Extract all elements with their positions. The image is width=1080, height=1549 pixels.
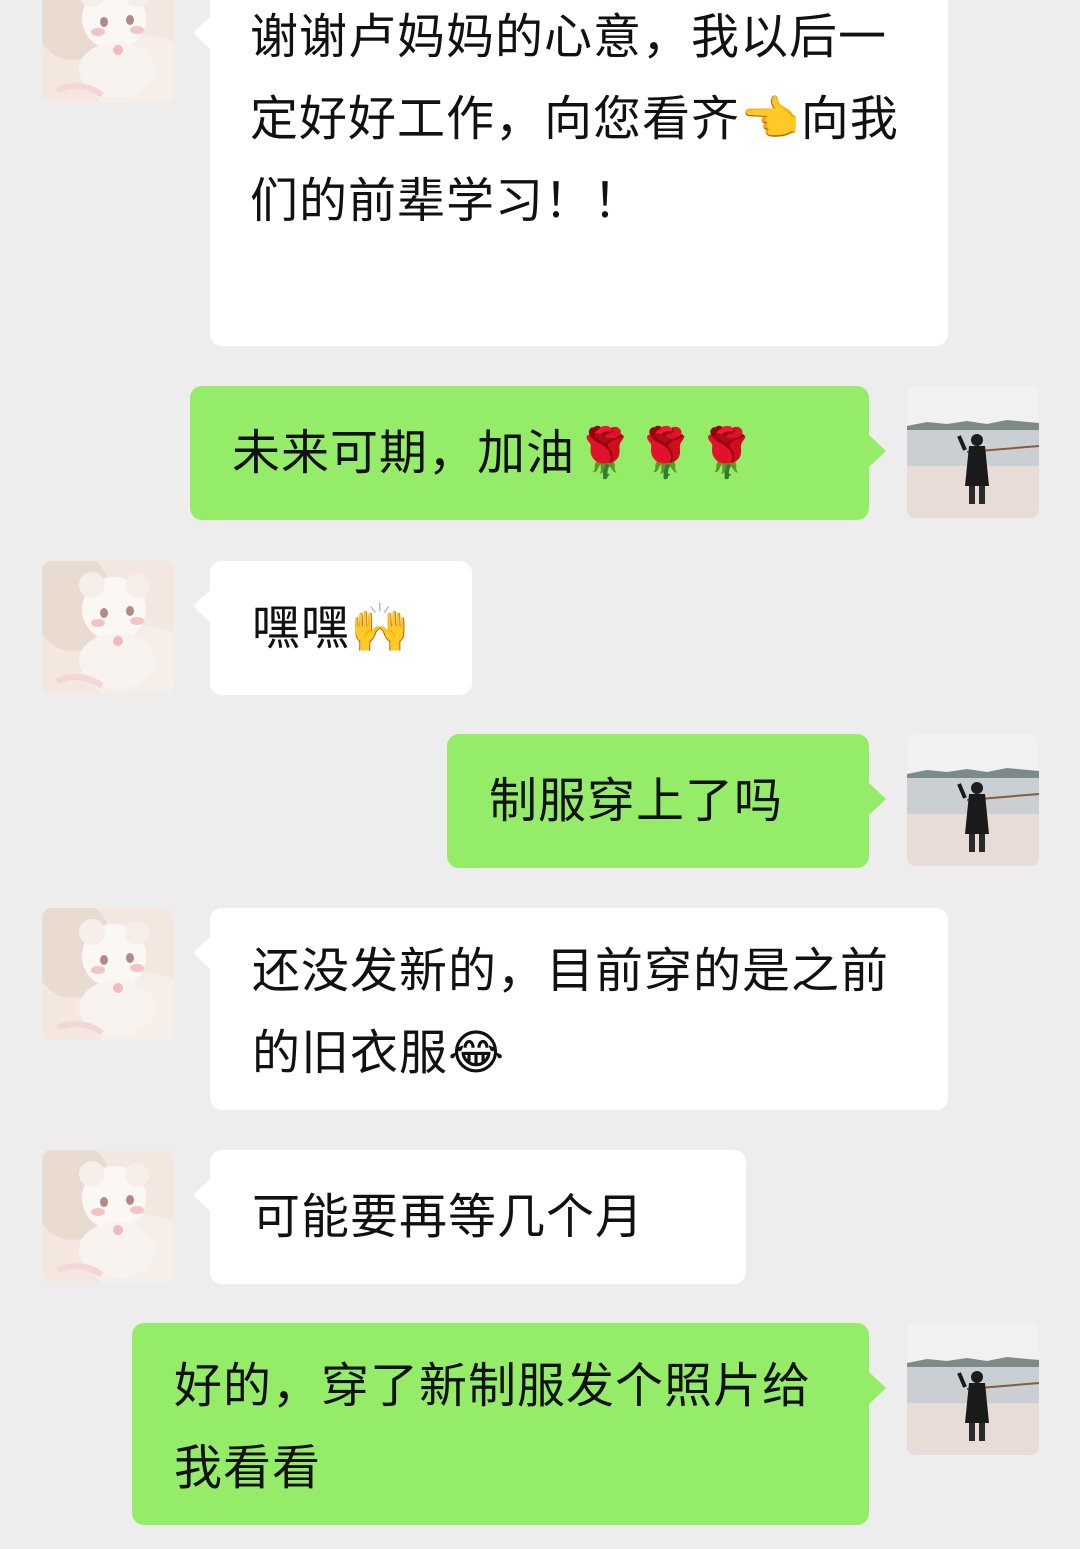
message-text: 制服穿上了吗 <box>489 773 784 829</box>
message-bubble-outgoing[interactable]: 未来可期，加油🌹🌹🌹 <box>190 386 886 520</box>
message-text: 嘿嘿🙌 <box>252 600 411 656</box>
message-row-outgoing: 制服穿上了吗 <box>0 734 1080 868</box>
message-row-incoming: 可能要再等几个月 <box>0 1150 1080 1284</box>
message-row-incoming: 还没发新的，目前穿的是之前的旧衣服😂 <box>0 908 1080 1110</box>
message-row-incoming: 谢谢卢妈妈的心意，我以后一定好好工作，向您看齐👈向我们的前辈学习！！ <box>0 0 1080 350</box>
plush-toy-avatar-icon[interactable] <box>42 561 174 693</box>
message-bubble-outgoing[interactable]: 好的，穿了新制服发个照片给我看看 <box>132 1323 886 1525</box>
message-bubble-incoming[interactable]: 嘿嘿🙌 <box>193 561 472 695</box>
message-row-incoming: 嘿嘿🙌 <box>0 561 1080 695</box>
message-text: 可能要再等几个月 <box>252 1189 645 1245</box>
beach-photo-avatar-icon[interactable] <box>907 386 1039 518</box>
message-bubble-outgoing[interactable]: 制服穿上了吗 <box>447 734 886 868</box>
message-bubble-incoming[interactable]: 可能要再等几个月 <box>193 1150 746 1284</box>
plush-toy-avatar-icon[interactable] <box>42 0 174 102</box>
chat-message-list[interactable]: 谢谢卢妈妈的心意，我以后一定好好工作，向您看齐👈向我们的前辈学习！！ 未来可期，… <box>0 0 1080 1549</box>
message-row-outgoing: 好的，穿了新制服发个照片给我看看 <box>0 1323 1080 1525</box>
message-text: 未来可期，加油🌹🌹🌹 <box>232 425 758 481</box>
message-bubble-incoming[interactable]: 谢谢卢妈妈的心意，我以后一定好好工作，向您看齐👈向我们的前辈学习！！ <box>193 0 948 346</box>
message-text: 谢谢卢妈妈的心意，我以后一定好好工作，向您看齐👈向我们的前辈学习！！ <box>250 9 899 229</box>
message-bubble-incoming[interactable]: 还没发新的，目前穿的是之前的旧衣服😂 <box>193 908 948 1110</box>
message-text: 还没发新的，目前穿的是之前的旧衣服😂 <box>252 943 890 1081</box>
message-text: 好的，穿了新制服发个照片给我看看 <box>174 1358 812 1496</box>
beach-photo-avatar-icon[interactable] <box>907 1323 1039 1455</box>
message-row-outgoing: 未来可期，加油🌹🌹🌹 <box>0 386 1080 520</box>
plush-toy-avatar-icon[interactable] <box>42 1150 174 1282</box>
beach-photo-avatar-icon[interactable] <box>907 734 1039 866</box>
plush-toy-avatar-icon[interactable] <box>42 908 174 1040</box>
